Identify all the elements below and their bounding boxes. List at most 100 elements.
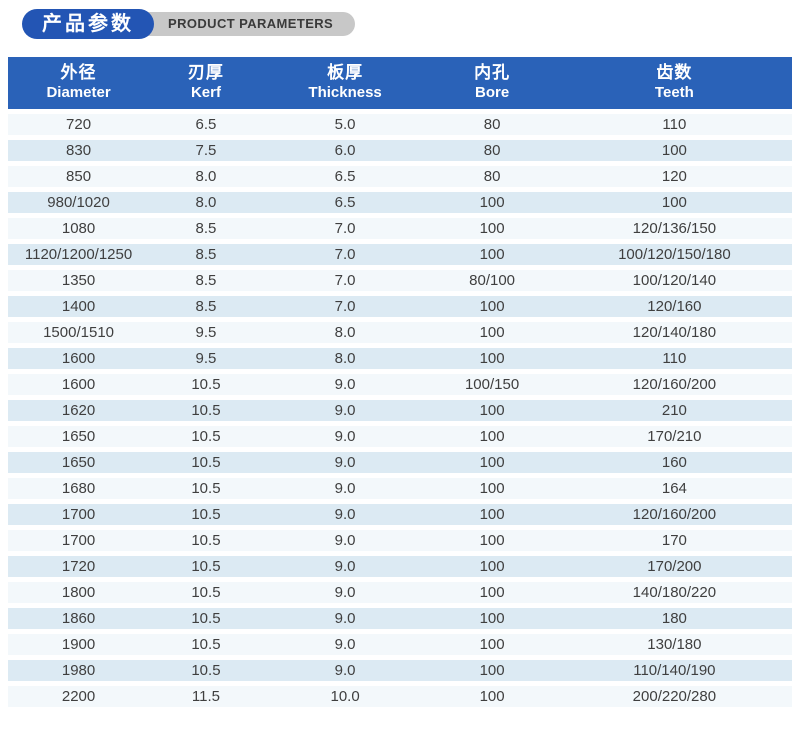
table-cell: 9.0	[263, 660, 428, 681]
table-row: 10808.57.0100120/136/150	[8, 218, 792, 239]
table-cell: 110/140/190	[557, 660, 792, 681]
table-row: 162010.59.0100210	[8, 400, 792, 421]
table-cell: 1800	[8, 582, 149, 603]
table-cell: 2200	[8, 686, 149, 707]
table-cell: 120	[557, 166, 792, 187]
table-body: 7206.55.0801108307.56.0801008508.06.5801…	[8, 114, 792, 707]
table-row: 220011.510.0100200/220/280	[8, 686, 792, 707]
table-cell: 100	[427, 608, 556, 629]
table-cell: 830	[8, 140, 149, 161]
table-cell: 10.5	[149, 556, 263, 577]
table-cell: 10.5	[149, 426, 263, 447]
table-row: 170010.59.0100170	[8, 530, 792, 551]
table-cell: 10.5	[149, 530, 263, 551]
table-cell: 80	[427, 140, 556, 161]
table-cell: 100	[427, 452, 556, 473]
table-cell: 1400	[8, 296, 149, 317]
table-cell: 9.0	[263, 608, 428, 629]
table-cell: 170/210	[557, 426, 792, 447]
table-cell: 100	[427, 504, 556, 525]
table-cell: 100	[427, 218, 556, 239]
table-cell: 7.0	[263, 244, 428, 265]
table-row: 1120/1200/12508.57.0100100/120/150/180	[8, 244, 792, 265]
table-row: 190010.59.0100130/180	[8, 634, 792, 655]
table-cell: 100/120/140	[557, 270, 792, 291]
table-cell: 1700	[8, 530, 149, 551]
table-cell: 10.5	[149, 478, 263, 499]
table-cell: 120/160/200	[557, 504, 792, 525]
table-cell: 1080	[8, 218, 149, 239]
column-label-cn: 齿数	[557, 62, 792, 83]
column-label-en: Thickness	[263, 83, 428, 102]
table-cell: 210	[557, 400, 792, 421]
table-cell: 100/120/150/180	[557, 244, 792, 265]
table-row: 180010.59.0100140/180/220	[8, 582, 792, 603]
table-cell: 10.5	[149, 374, 263, 395]
column-header-kerf: 刃厚 Kerf	[149, 57, 263, 109]
table-cell: 9.5	[149, 322, 263, 343]
column-header-bore: 内孔 Bore	[427, 57, 556, 109]
table-cell: 7.5	[149, 140, 263, 161]
table-cell: 7.0	[263, 218, 428, 239]
table-cell: 100	[427, 530, 556, 551]
table-cell: 1650	[8, 452, 149, 473]
table-cell: 9.0	[263, 634, 428, 655]
table-cell: 1900	[8, 634, 149, 655]
table-cell: 8.0	[149, 166, 263, 187]
column-label-en: Diameter	[8, 83, 149, 102]
table-cell: 10.5	[149, 452, 263, 473]
table-cell: 170/200	[557, 556, 792, 577]
table-cell: 980/1020	[8, 192, 149, 213]
table-row: 165010.59.0100160	[8, 452, 792, 473]
table-cell: 164	[557, 478, 792, 499]
table-cell: 1500/1510	[8, 322, 149, 343]
table-cell: 1350	[8, 270, 149, 291]
table-cell: 100	[427, 582, 556, 603]
table-cell: 8.5	[149, 218, 263, 239]
table-cell: 10.5	[149, 400, 263, 421]
table-cell: 100	[427, 426, 556, 447]
table-row: 16009.58.0100110	[8, 348, 792, 369]
table-cell: 11.5	[149, 686, 263, 707]
title-pill-en: PRODUCT PARAMETERS	[126, 12, 355, 36]
table-cell: 120/160	[557, 296, 792, 317]
table-cell: 9.0	[263, 426, 428, 447]
table-cell: 10.5	[149, 660, 263, 681]
table-cell: 1600	[8, 348, 149, 369]
title-cn-text: 产品参数	[42, 13, 134, 35]
column-header-thickness: 板厚 Thickness	[263, 57, 428, 109]
table-cell: 720	[8, 114, 149, 135]
table-cell: 110	[557, 348, 792, 369]
column-label-cn: 刃厚	[149, 62, 263, 83]
table-cell: 100	[427, 192, 556, 213]
table-cell: 9.0	[263, 582, 428, 603]
table-row: 160010.59.0100/150120/160/200	[8, 374, 792, 395]
table-cell: 100	[557, 140, 792, 161]
table-cell: 6.5	[149, 114, 263, 135]
table-cell: 100	[557, 192, 792, 213]
table-cell: 120/140/180	[557, 322, 792, 343]
column-label-en: Kerf	[149, 83, 263, 102]
table-cell: 1620	[8, 400, 149, 421]
table-cell: 100/150	[427, 374, 556, 395]
table-row: 13508.57.080/100100/120/140	[8, 270, 792, 291]
section-title: PRODUCT PARAMETERS 产品参数	[22, 9, 342, 39]
table-cell: 100	[427, 556, 556, 577]
table-cell: 1700	[8, 504, 149, 525]
table-cell: 6.5	[263, 166, 428, 187]
table-row: 172010.59.0100170/200	[8, 556, 792, 577]
table-cell: 10.5	[149, 582, 263, 603]
table-cell: 10.0	[263, 686, 428, 707]
column-label-en: Bore	[427, 83, 556, 102]
table-cell: 9.5	[149, 348, 263, 369]
column-header-teeth: 齿数 Teeth	[557, 57, 792, 109]
table-cell: 9.0	[263, 400, 428, 421]
table-cell: 8.5	[149, 270, 263, 291]
parameters-table: 外径 Diameter 刃厚 Kerf 板厚 Thickness 内孔 Bore…	[8, 52, 792, 712]
table-cell: 9.0	[263, 504, 428, 525]
table-cell: 140/180/220	[557, 582, 792, 603]
table-cell: 100	[427, 660, 556, 681]
table-cell: 1680	[8, 478, 149, 499]
table-cell: 9.0	[263, 556, 428, 577]
table-cell: 160	[557, 452, 792, 473]
